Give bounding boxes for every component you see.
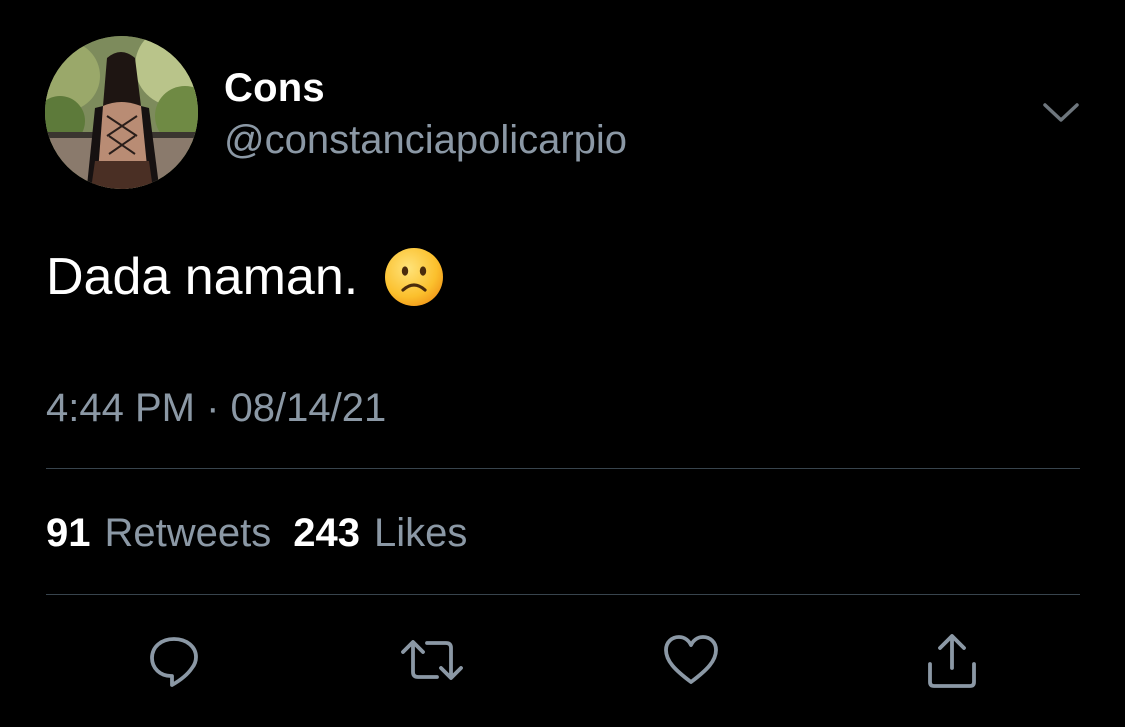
like-button[interactable] [656,625,726,695]
retweet-button[interactable] [397,625,467,695]
chevron-down-icon[interactable] [1040,96,1082,130]
retweets-stat[interactable]: 91 Retweets [46,509,271,557]
retweets-label: Retweets [104,511,272,555]
tweet-timestamp[interactable]: 4:44 PM · 08/14/21 [46,384,386,432]
tweet-detail: Cons @constanciapolicarpio Dada naman. 4… [0,0,1125,727]
display-name[interactable]: Cons [224,64,325,112]
tweet-text-content: Dada naman. [46,248,359,306]
reply-button[interactable] [139,625,209,695]
avatar[interactable] [45,36,198,189]
likes-stat[interactable]: 243 Likes [293,509,467,557]
retweets-count: 91 [46,511,91,555]
likes-label: Likes [374,511,468,555]
heart-icon [664,635,718,684]
user-handle[interactable]: @constanciapolicarpio [224,116,627,164]
reply-icon [150,637,198,687]
action-bar [0,625,1125,695]
retweet-icon [401,640,463,680]
tweet-text: Dada naman. [46,244,444,310]
profile-photo-icon [45,36,198,189]
share-icon [928,634,976,688]
share-button[interactable] [917,625,987,695]
tweet-stats: 91 Retweets 243 Likes [46,509,467,557]
divider [46,468,1080,469]
frowning-face-emoji-icon [384,247,444,307]
likes-count: 243 [293,511,360,555]
divider [46,594,1080,595]
